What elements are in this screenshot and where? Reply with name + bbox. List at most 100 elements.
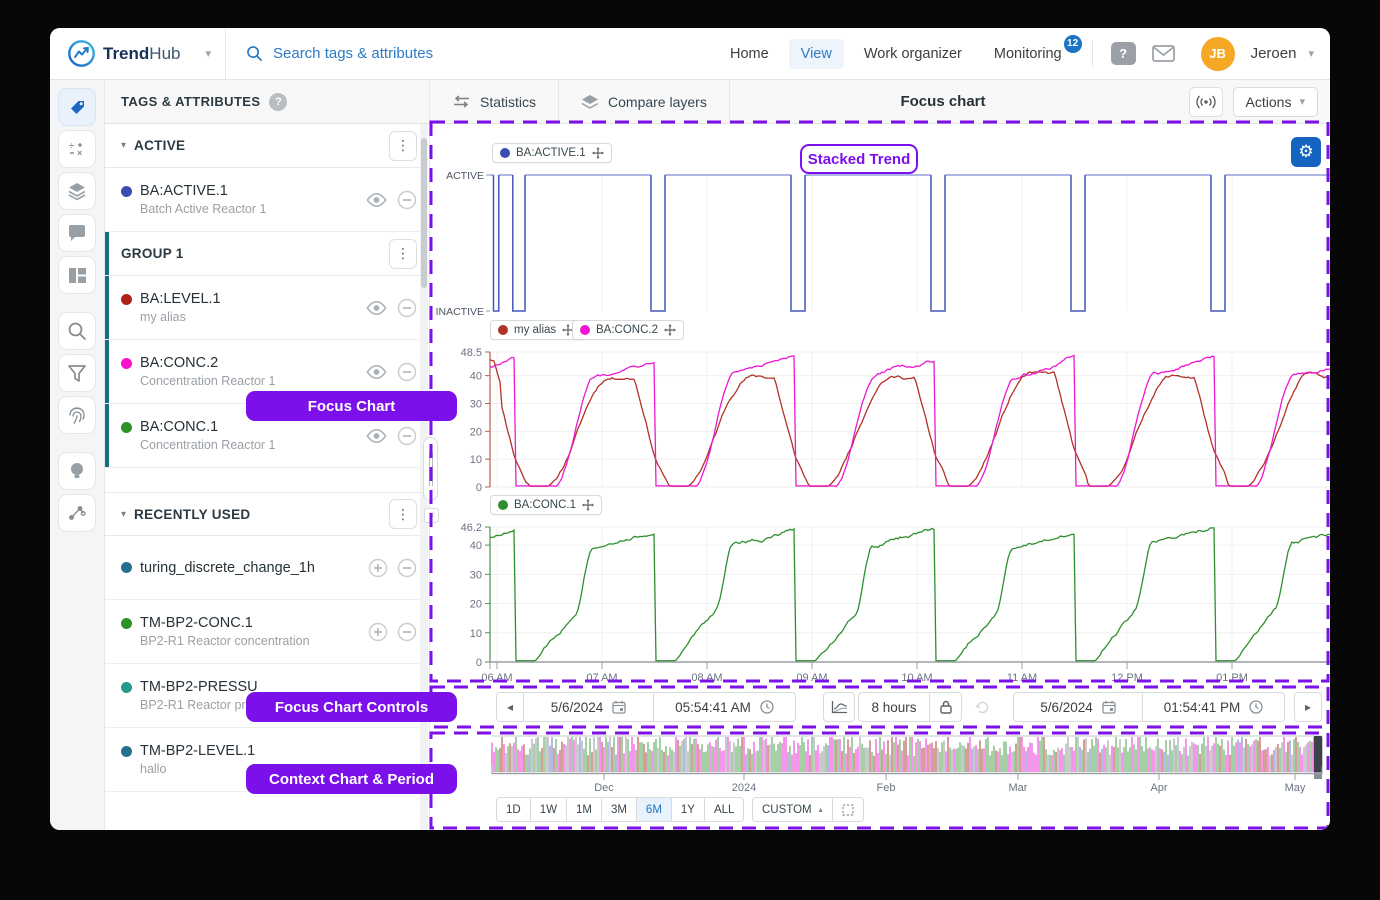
tab-compare-layers[interactable]: Compare layers [559,80,730,123]
add-circle-icon[interactable] [368,622,388,642]
legend-dot [498,325,508,335]
tag-name: BA:LEVEL.1 [140,291,359,307]
sidebar-item-layers[interactable] [58,172,96,210]
nav-work-organizer[interactable]: Work organizer [852,39,974,69]
sidebar-item-search[interactable] [58,312,96,350]
remove-circle-icon[interactable] [397,426,417,446]
section-recently-used[interactable]: ▾ RECENTLY USED ⋮ [105,492,429,536]
sidebar-item-recommendations[interactable] [58,452,96,490]
sidebar-item-fingerprint[interactable] [58,396,96,434]
panel-resize-handle[interactable] [423,437,438,501]
legend-chip-ba-active1[interactable]: BA:ACTIVE.1 [492,143,612,163]
legend-chip-ba-conc1[interactable]: BA:CONC.1 [490,495,602,515]
sidebar-item-filter[interactable] [58,354,96,392]
brand-chevron-down-icon: ▾ [205,47,211,60]
move-handle-icon[interactable] [664,324,676,336]
range-custom[interactable]: CUSTOM ▴ [752,797,833,822]
mail-button[interactable] [1144,45,1183,62]
tag-row[interactable]: TM-BP2-CONC.1 BP2-R1 Reactor concentrati… [105,600,429,664]
remove-circle-icon[interactable] [397,622,417,642]
tag-name: TM-BP2-CONC.1 [140,615,362,631]
nav-monitoring[interactable]: Monitoring 12 [982,39,1074,69]
range-6m[interactable]: 6M [636,797,672,822]
custom-window-button[interactable] [832,797,864,822]
tag-row[interactable]: BA:LEVEL.1 my alias [105,276,429,340]
legend-label: BA:CONC.2 [596,324,658,336]
context-selection-handle[interactable] [1314,736,1322,772]
reset-time-button[interactable] [967,692,997,722]
tag-row[interactable]: BA:ACTIVE.1 Batch Active Reactor 1 [105,168,429,232]
mail-icon [1152,45,1175,62]
sidebar-item-formulas[interactable]: ÷ × [58,130,96,168]
move-handle-icon[interactable] [582,499,594,511]
range-3m[interactable]: 3M [601,797,637,822]
tab-label: Compare layers [608,94,707,110]
live-broadcast-button[interactable] [1189,87,1223,117]
axis-label: Apr [1150,782,1167,794]
range-all[interactable]: ALL [704,797,744,822]
axis-label: 08 AM [691,672,722,684]
panel-collapse-button[interactable]: × [424,508,439,523]
remove-circle-icon[interactable] [397,362,417,382]
user-chevron-down-icon[interactable]: ▾ [1308,47,1314,60]
section-menu-button[interactable]: ⋮ [389,239,417,269]
axis-label: 01 PM [1216,672,1248,684]
global-search[interactable]: Search tags & attributes [226,45,646,62]
scatter-nodes-icon [67,503,87,523]
range-1y[interactable]: 1Y [671,797,705,822]
remove-circle-icon[interactable] [397,558,417,578]
actions-button[interactable]: Actions ▾ [1233,87,1318,117]
sidebar-item-scatter[interactable] [58,494,96,532]
panel-help-icon[interactable]: ? [269,93,287,111]
trend-compare-button[interactable] [823,692,855,722]
tag-color-dot [121,618,132,629]
section-group1[interactable]: GROUP 1 ⋮ [105,232,429,276]
legend-chip-my-alias[interactable]: my alias [490,320,582,340]
sidebar-item-tags[interactable] [58,88,96,126]
help-button[interactable]: ? [1111,42,1136,65]
brand-menu[interactable]: TrendHub ▾ [50,28,226,79]
nav-view[interactable]: View [789,39,844,69]
live-broadcast-icon [1196,95,1216,109]
section-active[interactable]: ▾ ACTIVE ⋮ [105,124,429,168]
visibility-eye-icon[interactable] [365,300,388,316]
axis-label: ACTIVE [446,170,484,182]
tab-label: Statistics [480,94,536,110]
section-menu-button[interactable]: ⋮ [389,131,417,161]
end-date-picker[interactable]: 5/6/2024 [1013,692,1143,722]
duration-field[interactable]: 8 hours [858,692,930,722]
add-circle-icon[interactable] [368,558,388,578]
pan-left-button[interactable]: ◂ [496,692,524,722]
visibility-eye-icon[interactable] [365,428,388,444]
chevron-down-icon[interactable]: ▾ [121,140,126,151]
tab-statistics[interactable]: Statistics [430,80,559,123]
tag-color-dot [121,186,132,197]
start-date-picker[interactable]: 5/6/2024 [524,692,654,722]
remove-circle-icon[interactable] [397,298,417,318]
range-1d[interactable]: 1D [496,797,531,822]
tag-row[interactable]: turing_discrete_change_1h [105,536,429,600]
end-time-picker[interactable]: 01:54:41 PM [1143,692,1285,722]
focus-chart-canvas[interactable]: ACTIVEINACTIVE48.540302010046.2403020100… [430,124,1330,830]
start-time-picker[interactable]: 05:54:41 AM [654,692,796,722]
remove-circle-icon[interactable] [397,190,417,210]
section-menu-button[interactable]: ⋮ [389,499,417,529]
visibility-eye-icon[interactable] [365,364,388,380]
lock-duration-button[interactable] [930,692,962,722]
layers-icon [67,181,87,201]
chart-settings-button[interactable]: ⚙ [1291,137,1321,167]
pan-right-button[interactable]: ▸ [1294,692,1322,722]
avatar[interactable]: JB [1201,37,1235,71]
range-1w[interactable]: 1W [530,797,567,822]
axis-label: 10 AM [901,672,932,684]
nav-home[interactable]: Home [718,39,781,69]
sidebar-item-dashboard[interactable] [58,256,96,294]
chevron-down-icon[interactable]: ▾ [121,509,126,520]
visibility-eye-icon[interactable] [365,192,388,208]
range-1m[interactable]: 1M [566,797,602,822]
move-handle-icon[interactable] [592,147,604,159]
sidebar-item-comments[interactable] [58,214,96,252]
legend-chip-ba-conc2[interactable]: BA:CONC.2 [572,320,684,340]
search-icon [246,45,263,62]
scrollbar-thumb[interactable] [421,138,427,288]
